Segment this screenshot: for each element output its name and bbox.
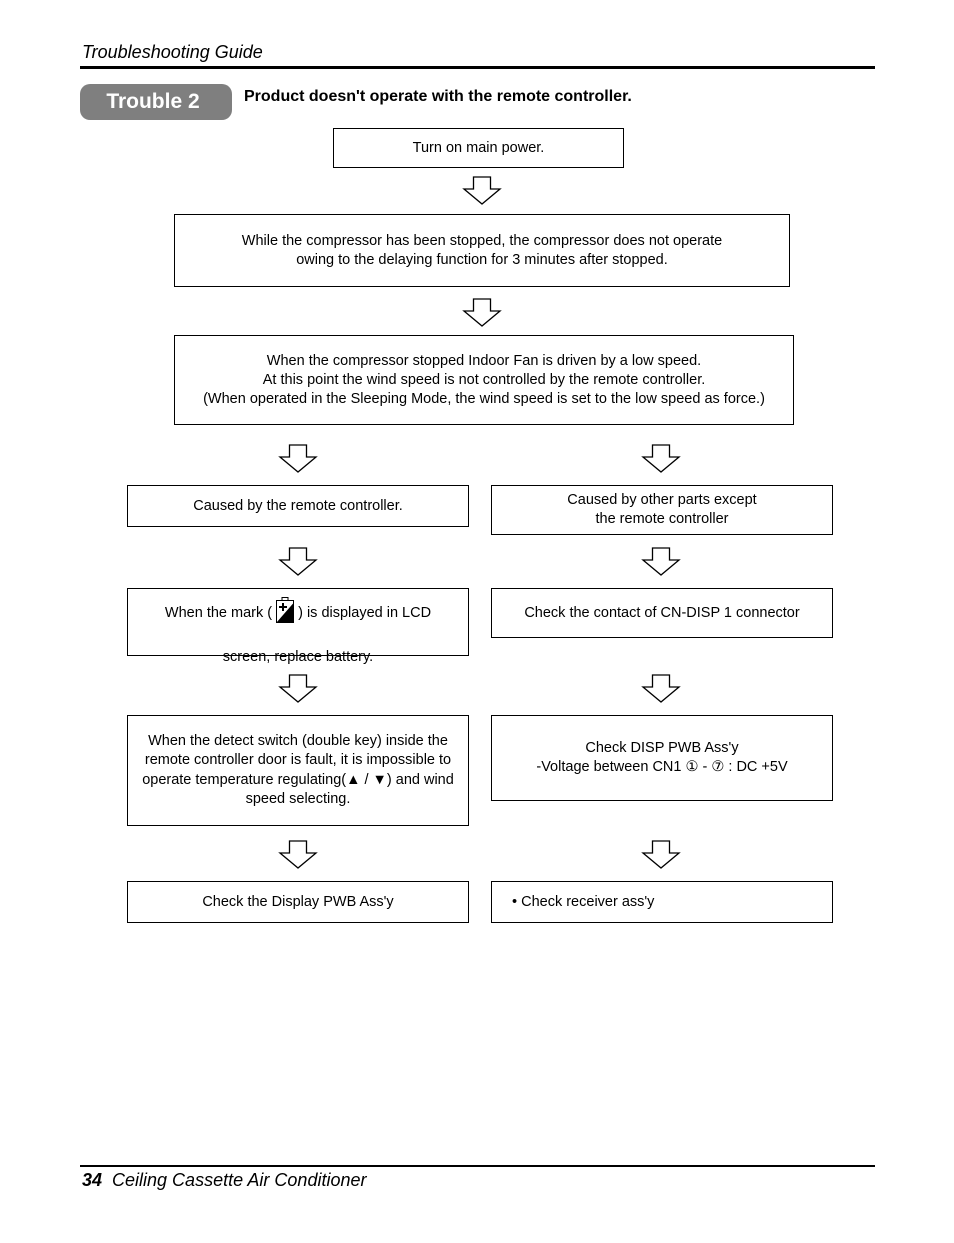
down-arrow-icon <box>641 674 681 704</box>
flow-step-text: While the compressor has been stopped, t… <box>241 232 723 268</box>
battery-text-prefix: When the mark ( <box>164 604 273 621</box>
flow-step-text: Check the contact of CN-DISP 1 connector <box>524 604 800 621</box>
down-arrow-icon <box>278 840 318 870</box>
flow-cause-remote: Caused by the remote controller. <box>127 485 469 527</box>
down-arrow-icon <box>278 674 318 704</box>
flow-step-text: Turn on main power. <box>412 139 545 156</box>
flow-step-check-display-pwb: Check the Display PWB Ass'y <box>127 881 469 923</box>
flow-step-text: When the compressor stopped Indoor Fan i… <box>203 352 765 407</box>
flow-cause-other-parts: Caused by other parts except the remote … <box>491 485 833 535</box>
footer-rule <box>80 1165 875 1167</box>
down-arrow-icon <box>641 444 681 474</box>
flow-step-main-power: Turn on main power. <box>333 128 624 168</box>
flow-step-text: • Check receiver ass'y <box>512 893 655 910</box>
down-arrow-icon <box>641 547 681 577</box>
flow-step-replace-battery: When the mark ( ) is displayed in LCD scr… <box>127 588 469 665</box>
battery-text-suffix: ) is displayed in LCD <box>298 604 432 621</box>
flow-step-check-receiver: • Check receiver ass'y <box>491 881 833 923</box>
flow-step-text: When the mark ( ) is displayed in LCD scr… <box>165 578 431 667</box>
flow-step-check-disp-pwb: Check DISP PWB Ass'y -Voltage between CN… <box>491 715 833 801</box>
flow-step-compressor-delay: While the compressor has been stopped, t… <box>174 214 790 287</box>
down-arrow-icon <box>462 176 502 206</box>
trouble-badge-label: Trouble 2 <box>106 90 200 113</box>
section-title: Troubleshooting Guide <box>82 42 263 62</box>
header-rule <box>80 66 875 69</box>
flow-step-text: Check the Display PWB Ass'y <box>202 893 394 910</box>
battery-text-line2: screen, replace battery. <box>222 648 374 665</box>
flow-step-indoor-fan: When the compressor stopped Indoor Fan i… <box>174 335 794 425</box>
flow-step-check-connector: Check the contact of CN-DISP 1 connector <box>491 588 833 638</box>
flow-step-text: Caused by other parts except the remote … <box>567 492 757 527</box>
page-number: 34 <box>82 1170 103 1190</box>
flow-step-text: Check DISP PWB Ass'y -Voltage between CN… <box>536 740 788 775</box>
down-arrow-icon <box>278 444 318 474</box>
down-arrow-icon <box>462 298 502 328</box>
down-arrow-icon <box>278 547 318 577</box>
flow-step-text: When the detect switch (double key) insi… <box>142 732 454 808</box>
down-arrow-icon <box>641 840 681 870</box>
flow-step-detect-switch: When the detect switch (double key) insi… <box>127 715 469 826</box>
trouble-title: Product doesn't operate with the remote … <box>244 88 632 105</box>
battery-low-icon <box>275 596 295 629</box>
flow-step-text: Caused by the remote controller. <box>193 497 403 514</box>
trouble-badge: Trouble 2 <box>80 84 232 120</box>
product-name: Ceiling Cassette Air Conditioner <box>112 1170 367 1190</box>
page-footer: 34 Ceiling Cassette Air Conditioner <box>82 1170 366 1191</box>
